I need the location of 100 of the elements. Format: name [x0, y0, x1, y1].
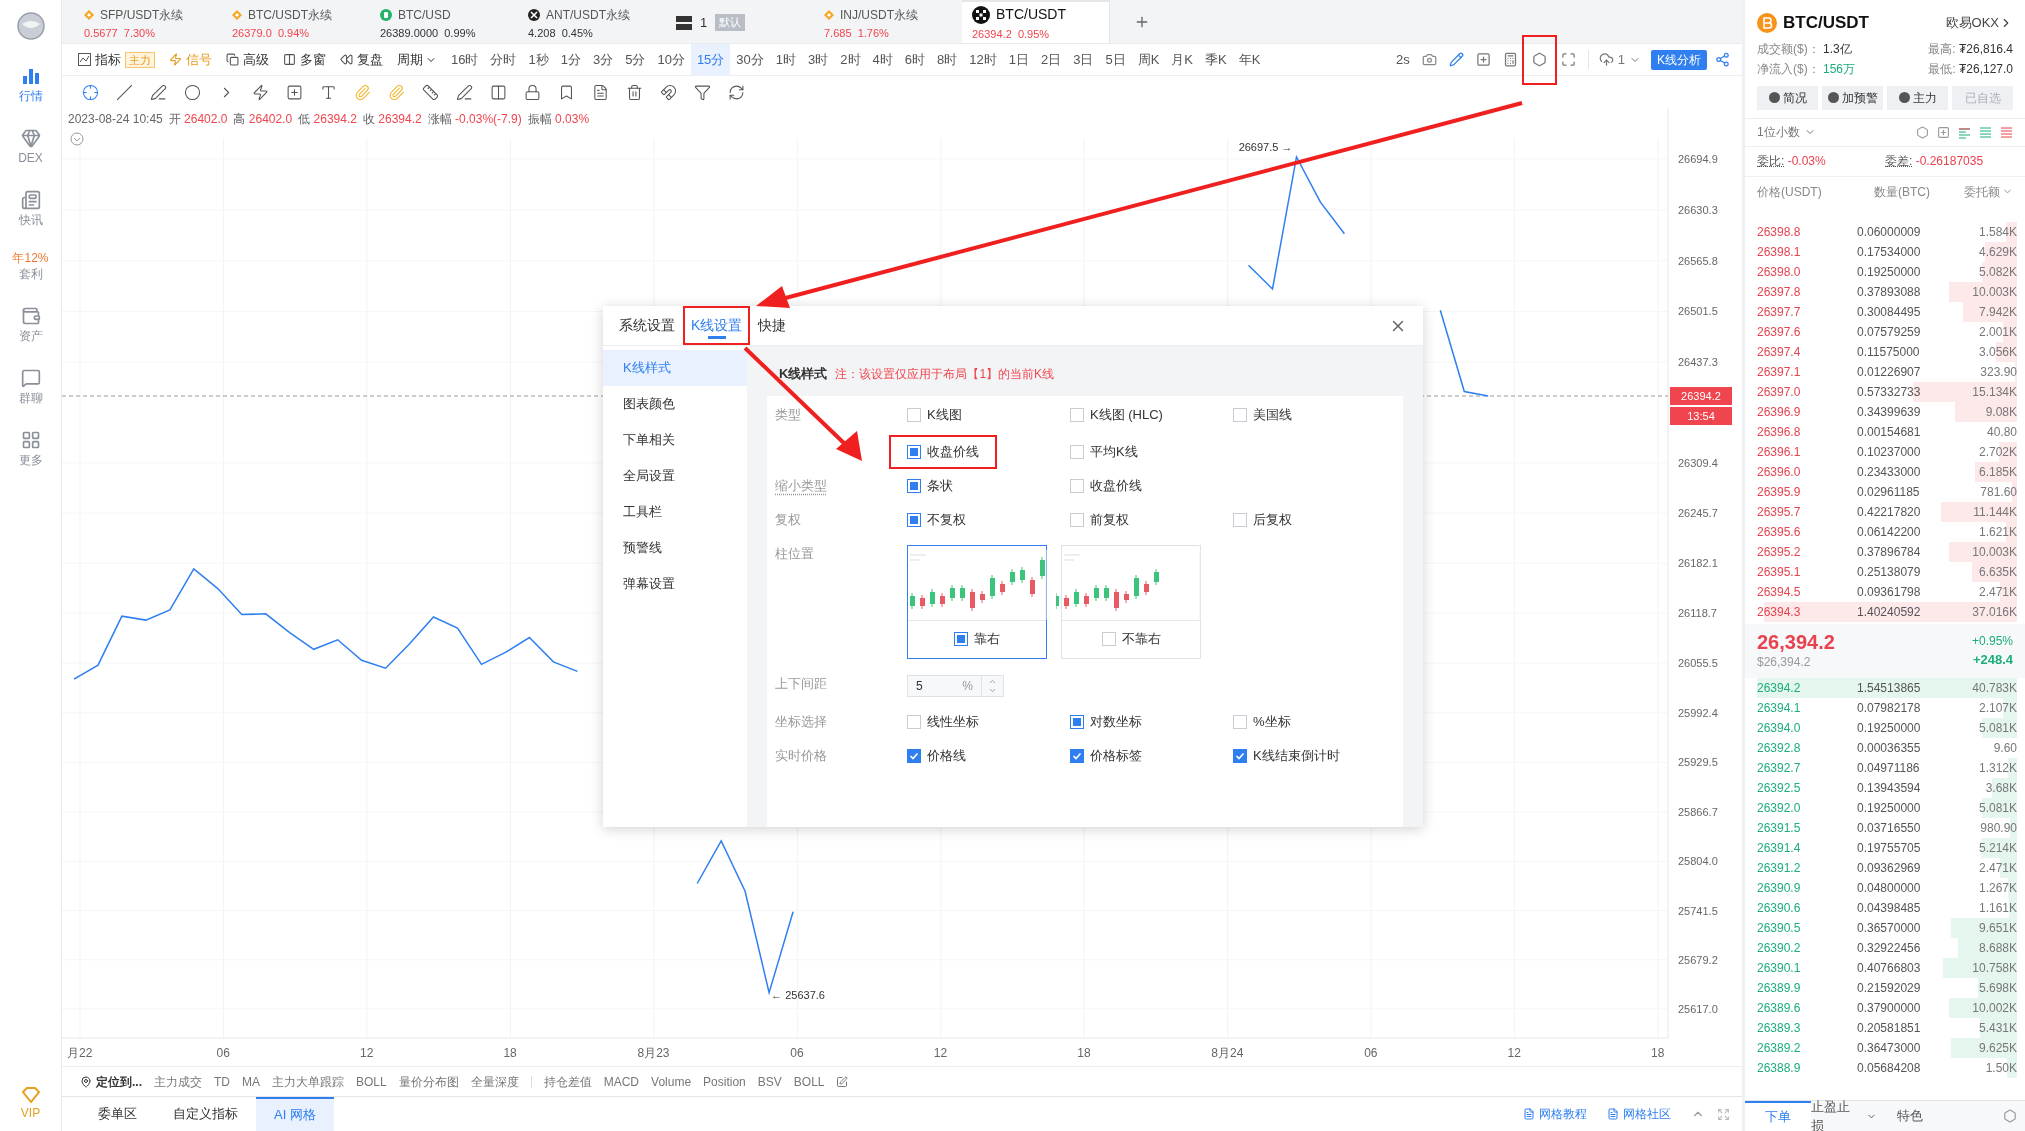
- panel-button[interactable]: 主力: [1887, 85, 1948, 110]
- checkbox-option[interactable]: K线结束倒计时: [1215, 738, 1358, 773]
- indicator-tab[interactable]: BOLL: [356, 1072, 387, 1091]
- calculator-icon[interactable]: [1502, 52, 1518, 67]
- both-sides-icon[interactable]: [1958, 125, 1971, 139]
- checkbox-option[interactable]: 对数坐标: [1052, 704, 1160, 739]
- checkbox-option[interactable]: 后复权: [1215, 502, 1310, 537]
- checkbox-option[interactable]: 美国线: [1215, 397, 1310, 432]
- checkbox-option[interactable]: 条状: [889, 468, 971, 503]
- bottom-tab[interactable]: AI 网格: [256, 1097, 334, 1131]
- locate-button[interactable]: 定位到...: [80, 1072, 142, 1091]
- period-tab[interactable]: 1分: [554, 43, 587, 76]
- edit-icon[interactable]: [836, 1075, 849, 1088]
- price-cell[interactable]: 26390.6: [1757, 900, 1801, 915]
- lock-icon[interactable]: [524, 83, 541, 101]
- period-tab[interactable]: 3时: [802, 43, 835, 76]
- price-cell[interactable]: 26395.1: [1757, 564, 1801, 579]
- fullscreen-icon[interactable]: [1560, 52, 1576, 67]
- period-tab[interactable]: 5分: [619, 43, 652, 76]
- price-cell[interactable]: 26397.0: [1757, 384, 1801, 399]
- replay-button[interactable]: 复盘: [340, 49, 383, 70]
- period-tab[interactable]: 2日: [1034, 43, 1068, 76]
- price-cell[interactable]: 26388.9: [1757, 1060, 1801, 1075]
- period-tab[interactable]: 3分: [586, 43, 620, 76]
- indicator-button[interactable]: 指标 主力: [78, 49, 155, 70]
- symbol-tab[interactable]: 1 默认: [666, 0, 814, 43]
- price-cell[interactable]: 26397.7: [1757, 304, 1801, 319]
- price-cell[interactable]: 26398.1: [1757, 244, 1801, 259]
- asks-only-icon[interactable]: [2000, 125, 2013, 139]
- checkbox[interactable]: [907, 444, 921, 459]
- period-tab[interactable]: 5日: [1099, 43, 1132, 76]
- period-tab[interactable]: 年K: [1232, 43, 1267, 76]
- indicator-tab[interactable]: Position: [703, 1072, 746, 1091]
- plus-box-icon[interactable]: [286, 83, 303, 101]
- checkbox-option[interactable]: 前复权: [1052, 502, 1147, 537]
- checkbox[interactable]: [954, 632, 968, 646]
- indicator-tab[interactable]: 主力大单跟踪: [272, 1072, 344, 1091]
- settings-icon[interactable]: [1916, 125, 1929, 139]
- bookmark-icon[interactable]: [558, 83, 575, 101]
- settings-nav-item[interactable]: 工具栏: [603, 494, 747, 530]
- checkbox[interactable]: [907, 714, 921, 729]
- checkbox-option[interactable]: 价格标签: [1052, 738, 1160, 773]
- period-tab[interactable]: 8时: [931, 43, 964, 76]
- checkbox-option[interactable]: 收盘价线: [1052, 468, 1160, 503]
- add-frame-icon[interactable]: [1475, 52, 1491, 67]
- price-cell[interactable]: 26389.6: [1757, 1000, 1801, 1015]
- period-dropdown[interactable]: 周期: [397, 49, 437, 70]
- trash-icon[interactable]: [626, 83, 643, 101]
- price-cell[interactable]: 26396.0: [1757, 464, 1801, 479]
- price-cell[interactable]: 26389.3: [1757, 1020, 1801, 1035]
- checkbox[interactable]: [1070, 444, 1084, 459]
- checkbox[interactable]: [1233, 512, 1247, 527]
- refresh-interval[interactable]: 2s: [1396, 49, 1410, 70]
- settings-nav-item[interactable]: 全局设置: [603, 458, 747, 494]
- settings-button[interactable]: [1521, 34, 1557, 85]
- price-cell[interactable]: 26395.2: [1757, 544, 1801, 559]
- column-header[interactable]: 委托额: [1947, 182, 2013, 201]
- refresh-icon[interactable]: [728, 83, 745, 101]
- period-tab[interactable]: 16时: [445, 43, 485, 76]
- indicator-tab[interactable]: 持仓差值: [543, 1072, 592, 1091]
- add-frame-icon[interactable]: [1937, 125, 1950, 139]
- indicator-tab[interactable]: TD: [214, 1072, 230, 1091]
- indicator-tab[interactable]: MACD: [603, 1072, 640, 1091]
- period-tab[interactable]: 12时: [963, 43, 1003, 76]
- multi-window-button[interactable]: 多窗: [283, 49, 326, 70]
- indicator-tab[interactable]: BOLL: [793, 1072, 825, 1091]
- grid-link[interactable]: 网格社区: [1607, 1097, 1671, 1131]
- indicator-tab[interactable]: MA: [242, 1072, 260, 1091]
- period-tab[interactable]: 1时: [769, 43, 803, 76]
- price-cell[interactable]: 26392.0: [1757, 800, 1801, 815]
- period-tab[interactable]: 月K: [1165, 43, 1199, 76]
- period-tab[interactable]: 1日: [1002, 43, 1035, 76]
- indicator-tab[interactable]: Volume: [651, 1072, 692, 1091]
- price-cell[interactable]: 26394.0: [1757, 720, 1801, 735]
- checkbox[interactable]: [907, 407, 921, 422]
- symbol-tab[interactable]: BTC/USDT永续 26379.0 0.94%: [222, 0, 370, 43]
- checkbox[interactable]: [1070, 512, 1084, 527]
- period-tab[interactable]: 1秒: [522, 43, 555, 76]
- period-tab[interactable]: 2时: [834, 43, 867, 76]
- grid-link[interactable]: 网格教程: [1523, 1097, 1587, 1131]
- price-cell[interactable]: 26397.1: [1757, 364, 1801, 379]
- price-cell[interactable]: 26398.8: [1757, 224, 1801, 239]
- period-tab[interactable]: 4时: [866, 43, 899, 76]
- circle-icon[interactable]: [184, 83, 201, 101]
- price-cell[interactable]: 26397.8: [1757, 284, 1801, 299]
- checkbox[interactable]: [1070, 714, 1084, 729]
- order-tab[interactable]: 下单: [1745, 1101, 1811, 1131]
- panel-button[interactable]: 简况: [1757, 85, 1818, 110]
- checkbox-option[interactable]: 收盘价线: [889, 434, 997, 469]
- sidebar-item[interactable]: DEX: [18, 128, 43, 164]
- price-cell[interactable]: 26395.9: [1757, 484, 1801, 499]
- settings-icon[interactable]: [2003, 1109, 2017, 1123]
- sidebar-item[interactable]: 年12% 套利: [12, 252, 49, 280]
- price-cell[interactable]: 26397.6: [1757, 324, 1801, 339]
- price-cell[interactable]: 26396.1: [1757, 444, 1801, 459]
- price-cell[interactable]: 26395.6: [1757, 524, 1801, 539]
- dialog-tab[interactable]: K线设置: [683, 306, 751, 345]
- period-tab[interactable]: 分时: [484, 43, 523, 76]
- price-cell[interactable]: 26394.1: [1757, 700, 1801, 715]
- dialog-tab[interactable]: 快捷: [750, 306, 795, 345]
